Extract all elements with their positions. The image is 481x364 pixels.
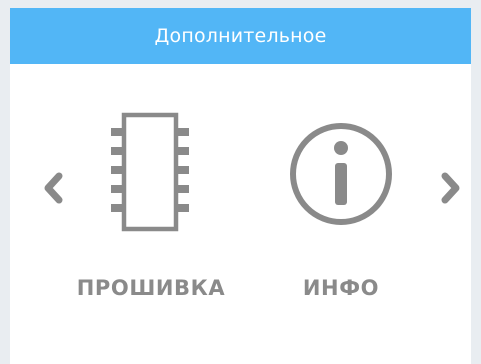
prev-page-button[interactable] [36, 168, 70, 208]
menu-item-info[interactable]: ИНФО [266, 104, 416, 324]
chevron-left-icon [44, 172, 63, 204]
page-title: Дополнительное [154, 25, 327, 47]
menu-item-label: ПРОШИВКА [76, 276, 226, 300]
header-bar: Дополнительное [10, 8, 471, 64]
chip-icon [111, 112, 189, 232]
menu-item-firmware[interactable]: ПРОШИВКА [76, 104, 226, 324]
info-icon [290, 123, 392, 225]
next-page-button[interactable] [434, 168, 468, 208]
screen-panel: Дополнительное ПРОШИВКА ИНФО [10, 8, 471, 364]
menu-item-label: ИНФО [302, 276, 380, 300]
chevron-right-icon [441, 172, 460, 204]
